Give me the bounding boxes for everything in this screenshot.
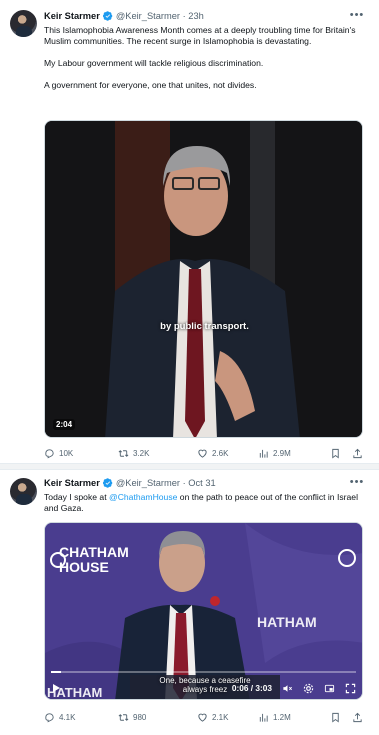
tweet-paragraph: A government for everyone, one that unit…	[44, 80, 257, 90]
views-icon	[258, 712, 269, 723]
reply-button[interactable]: 10K	[44, 448, 118, 459]
video-player[interactable]: by public transport. 2:04	[44, 120, 363, 438]
reply-icon	[44, 448, 55, 459]
dot-separator: ·	[180, 478, 189, 488]
brand-line-1: CHATHAM	[59, 544, 129, 560]
repost-count: 980	[133, 712, 147, 722]
views-button[interactable]: 2.9M	[258, 448, 330, 459]
views-count: 2.9M	[273, 448, 291, 458]
video-time: 0:06 / 3:03	[231, 683, 272, 693]
author-avatar[interactable]	[10, 478, 37, 505]
tweet-separator	[0, 463, 379, 470]
video-controls: 0:06 / 3:03	[45, 677, 362, 699]
settings-icon[interactable]	[303, 683, 314, 694]
tweet-header: Keir Starmer @Keir_Starmer · 23h	[44, 9, 204, 23]
like-count: 2.1K	[212, 712, 229, 722]
like-count: 2.6K	[212, 448, 229, 458]
share-icon	[352, 448, 363, 459]
brand-line-right: HATHAM	[257, 614, 317, 630]
reply-count: 4.1K	[59, 712, 76, 722]
tweet-2[interactable]: Keir Starmer @Keir_Starmer · Oct 31 ••• …	[0, 470, 379, 735]
share-icon	[352, 712, 363, 723]
views-button[interactable]: 1.2M	[258, 712, 330, 723]
like-icon	[197, 712, 208, 723]
like-icon	[197, 448, 208, 459]
bookmark-button[interactable]	[330, 448, 352, 459]
mention-link[interactable]: @ChathamHouse	[109, 492, 177, 502]
views-icon	[258, 448, 269, 459]
video-progress-fill	[51, 671, 62, 673]
tweet-actions: 4.1K 980 2.1K 1.2M	[44, 710, 369, 724]
repost-button[interactable]: 3.2K	[118, 448, 197, 459]
tweet-actions: 10K 3.2K 2.6K 2.9M	[44, 446, 369, 460]
share-button[interactable]	[352, 712, 363, 723]
repost-icon	[118, 712, 129, 723]
bookmark-icon	[330, 712, 341, 723]
verified-badge-icon	[103, 478, 113, 488]
volume-icon[interactable]	[282, 683, 293, 694]
more-options-icon[interactable]: •••	[349, 477, 365, 488]
repost-count: 3.2K	[133, 448, 150, 458]
reply-count: 10K	[59, 448, 74, 458]
tweet-1[interactable]: Keir Starmer @Keir_Starmer · 23h ••• Thi…	[0, 0, 379, 462]
bookmark-icon	[330, 448, 341, 459]
tweet-time[interactable]: 23h	[188, 11, 204, 21]
more-options-icon[interactable]: •••	[349, 10, 365, 21]
tweet-paragraph: My Labour government will tackle religio…	[44, 58, 264, 68]
fullscreen-icon[interactable]	[345, 683, 356, 694]
views-count: 1.2M	[273, 712, 291, 722]
video-progress-bar[interactable]	[51, 671, 356, 673]
bookmark-button[interactable]	[330, 712, 352, 723]
tweet-text: This Islamophobia Awareness Month comes …	[44, 25, 369, 91]
author-name[interactable]: Keir Starmer	[44, 478, 100, 488]
author-name[interactable]: Keir Starmer	[44, 11, 100, 21]
chatham-brand: CHATHAM HOUSE	[59, 545, 129, 575]
like-button[interactable]: 2.1K	[197, 712, 258, 723]
reply-button[interactable]: 4.1K	[44, 712, 118, 723]
tweet-header: Keir Starmer @Keir_Starmer · Oct 31	[44, 476, 216, 490]
like-button[interactable]: 2.6K	[197, 448, 258, 459]
repost-icon	[118, 448, 129, 459]
brand-line-2: HOUSE	[59, 559, 109, 575]
tweet-text: Today I spoke at @ChathamHouse on the pa…	[44, 492, 369, 514]
video-duration: 2:04	[53, 419, 76, 430]
tweet-text-part: Today I spoke at	[44, 492, 109, 502]
video-caption: by public transport.	[160, 321, 249, 332]
verified-badge-icon	[103, 11, 113, 21]
share-button[interactable]	[352, 448, 363, 459]
tweet-paragraph: This Islamophobia Awareness Month comes …	[44, 25, 356, 46]
popout-icon[interactable]	[324, 683, 335, 694]
dot-separator: ·	[180, 11, 189, 21]
video-player[interactable]: CHATHAM HOUSE HATHAM HATHAM One, because…	[44, 522, 363, 700]
author-handle[interactable]: @Keir_Starmer	[116, 478, 180, 488]
play-icon[interactable]	[51, 683, 61, 693]
author-handle[interactable]: @Keir_Starmer	[116, 11, 180, 21]
video-frame	[45, 121, 362, 437]
repost-button[interactable]: 980	[118, 712, 197, 723]
reply-icon	[44, 712, 55, 723]
tweet-time[interactable]: Oct 31	[188, 478, 215, 488]
author-avatar[interactable]	[10, 10, 37, 37]
